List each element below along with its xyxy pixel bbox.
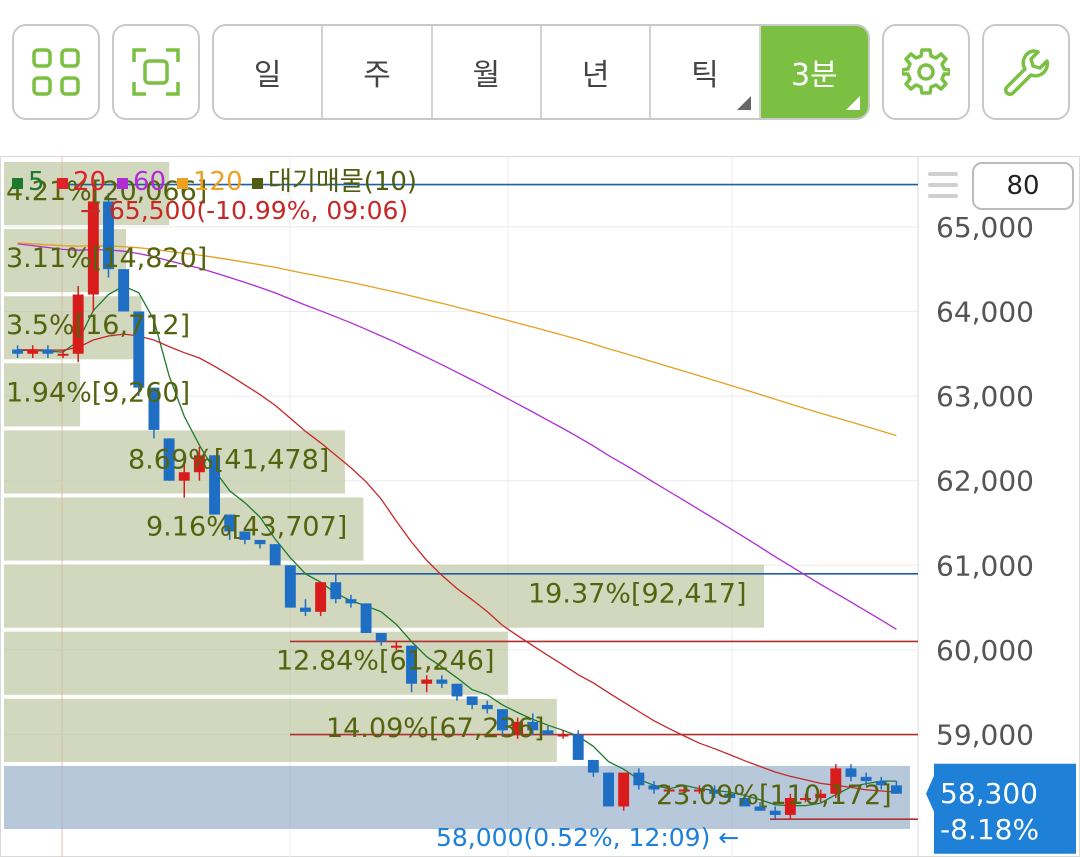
candle-body [42,349,54,354]
legend-label: 120 [193,167,243,197]
candle-body [12,349,24,354]
volume-profile-label: 12.84%[61,246] [276,646,495,677]
legend-swatch [252,178,263,189]
y-tick-label: 59,000 [936,719,1034,752]
volume-profile-label: 1.94%[9,260] [6,377,190,408]
y-tick-label: 60,000 [936,634,1034,667]
candle-body [330,582,342,600]
settings-button[interactable] [882,24,970,120]
tab-day[interactable]: 일 [214,26,324,118]
y-tick-label: 62,000 [936,465,1034,498]
candle-body [890,785,902,794]
volume-profile-label: 3.11%[14,820] [6,243,207,274]
candle-body [466,696,478,705]
volume-profile-label: 14.09%[67,236] [326,713,545,744]
y-tick-label: 63,000 [936,380,1034,413]
legend-swatch [12,178,23,189]
current-change-label: -8.18% [940,813,1039,846]
legend-label: 대기매물(10) [268,167,417,197]
volume-profile-label: 23.09%[110,172] [656,780,892,811]
candle-body [618,772,630,807]
candle-body [633,772,645,786]
tab-month[interactable]: 월 [433,26,542,118]
y-tick-label: 64,000 [936,295,1034,328]
candle-body [118,269,130,312]
y-tick-label: 65,000 [936,211,1034,244]
candle-body [845,768,857,777]
tab-week[interactable]: 주 [323,26,433,118]
legend-swatch [177,178,188,189]
candle-body [57,353,69,356]
legend-swatch [117,178,128,189]
period-tabs: 일 주 월 년 틱 3분 [212,24,870,120]
fullscreen-button[interactable] [112,24,200,120]
volume-profile-label: 9.16%[43,707] [146,512,347,543]
volume-profile-label: 19.37%[92,417] [528,579,747,610]
candle-body [300,607,311,612]
candle-body [436,679,448,684]
legend-swatch [57,178,68,189]
legend-label: 60 [133,167,166,197]
candle-body [360,603,372,633]
layout-grid-button[interactable] [12,24,100,120]
gear-icon [902,48,950,95]
dropdown-corner-icon [736,96,751,110]
candle-body [603,772,614,807]
candle-body [481,704,493,710]
candle-body [315,582,327,612]
candle-body [421,679,433,684]
candle-body [587,759,599,773]
grid-icon [32,48,80,96]
tab-3min[interactable]: 3분 [760,26,868,118]
candle-body [451,683,463,697]
candle-body [375,633,387,642]
menu-icon[interactable] [928,172,958,205]
legend-label: 5 [28,167,45,197]
tools-button[interactable] [982,24,1070,120]
candle-body [284,565,296,608]
candle-body [769,810,781,815]
price-chart[interactable]: 4.21%[20,066]3.11%[14,820]3.5%[16,712]1.… [0,156,1080,857]
candle-body [269,544,281,566]
candle-body [345,599,357,604]
wrench-icon [1004,49,1050,96]
low-price-annotation: 58,000(0.52%, 12:09) ← [436,823,739,852]
tab-year[interactable]: 년 [542,26,652,118]
fullscreen-icon [132,48,180,96]
candle-count-input[interactable]: 80 [972,162,1074,210]
current-price-label: 58,300 [940,777,1038,810]
tab-tick[interactable]: 틱 [651,26,761,118]
candle-body [572,734,584,760]
dropdown-corner-icon [845,96,860,110]
volume-profile-label: 8.69%[41,478] [128,444,329,475]
legend-label: 20 [73,167,106,197]
volume-profile-label: 3.5%[16,712] [6,310,190,341]
y-tick-label: 61,000 [936,549,1034,582]
high-price-annotation: → 65,500(-10.99%, 09:06) [80,196,408,225]
candle-body [557,734,569,737]
candle-body [27,349,39,354]
